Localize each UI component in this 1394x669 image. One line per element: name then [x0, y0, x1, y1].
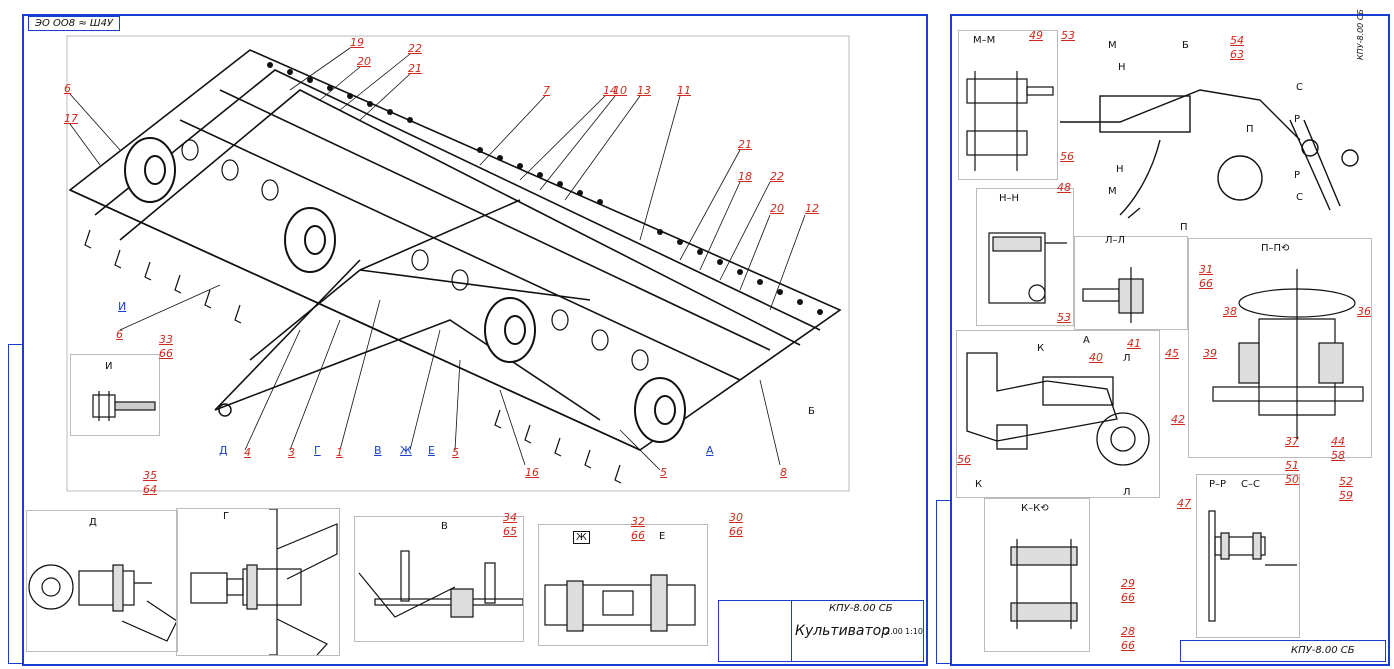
callout-5-left: 5 — [452, 446, 459, 459]
left-tb-number-2: 1:10 — [905, 627, 923, 636]
callout-19: 19 — [350, 36, 364, 49]
callout-7: 7 — [543, 84, 550, 97]
callout-5-right: 5 — [660, 466, 667, 479]
callout-22-right: 22 — [770, 170, 784, 183]
view-B: Б 54 63 56 М Н Н М С Р П Р С П — [1060, 30, 1370, 240]
right-title-code: КПУ-8.00 СБ — [1291, 645, 1355, 656]
section-KK-ref-28: 28 — [1121, 625, 1135, 638]
callout-13: 13 — [637, 84, 651, 97]
view-I-ref-2: 66 — [159, 347, 173, 360]
section-NN: Н–Н 48 53 — [976, 181, 1074, 326]
section-SS-ref-59: 59 — [1339, 489, 1353, 502]
left-tb-number-1: 2.00 — [885, 627, 903, 636]
callout-1: 1 — [336, 446, 343, 459]
callout-12: 12 — [805, 202, 819, 215]
view-E-ref-1: 30 — [729, 511, 743, 524]
left-title-text: Культиватор — [795, 623, 891, 639]
section-KK: К–К⟲ 29 66 28 66 — [984, 498, 1135, 652]
section-RR-ref-47: 47 — [1177, 497, 1191, 510]
left-title-block: КПУ-8.00 СБ Культиватор 2.00 1:10 — [718, 600, 924, 662]
callout-6-bottom: 6 — [116, 328, 123, 341]
view-marker-E: Е — [428, 444, 435, 457]
callout-4: 4 — [244, 446, 251, 459]
section-MM: М–М 49 53 — [958, 29, 1075, 180]
tb-grid-cell — [719, 601, 792, 662]
callout-3: 3 — [288, 446, 295, 459]
callout-6-top: 6 — [64, 82, 71, 95]
callout-20-right: 20 — [770, 202, 784, 215]
view-A-ref-42: 42 — [1171, 413, 1185, 426]
callout-22-top: 22 — [408, 42, 422, 55]
view-E-ref-2: 66 — [729, 525, 743, 538]
view-marker-G: Г — [314, 444, 321, 457]
view-I-ref-1: 33 — [159, 333, 173, 346]
left-title-code: КПУ-8.00 СБ — [829, 603, 893, 614]
section-PP: П–П⟲ 38 36 45 39 37 44 51 58 50 — [1165, 238, 1372, 486]
view-marker-I: И — [118, 300, 127, 313]
section-SS-ref-52: 52 — [1339, 475, 1353, 488]
callout-20-top: 20 — [357, 55, 371, 68]
view-marker-ZH: Ж — [400, 444, 412, 457]
callout-18: 18 — [738, 170, 752, 183]
callout-10: 10 — [613, 84, 627, 97]
right-title-block: КПУ-8.00 СБ — [1180, 640, 1386, 662]
callout-11: 11 — [677, 84, 691, 97]
view-D-ref-1: 35 — [143, 469, 157, 482]
detail-view-D: Д 35 64 — [26, 469, 178, 652]
section-RR-SS: Р–Р С–С 47 52 59 — [1177, 474, 1353, 638]
detail-view-G: Г — [176, 508, 340, 656]
view-marker-D: Д — [219, 444, 228, 457]
view-A: А 41 40 42 56 К Л К Л — [956, 330, 1185, 498]
detail-view-ZH-E: Ж Е 32 66 30 66 — [538, 511, 743, 646]
view-marker-V: В — [374, 444, 382, 457]
section-PP-ref-45: 45 — [1165, 347, 1179, 360]
view-D-ref-2: 64 — [143, 483, 157, 496]
section-KK-ref-29: 29 — [1121, 577, 1135, 590]
section-LL: Л–Л 31 66 — [1074, 235, 1213, 330]
section-KK-ref-66a: 66 — [1121, 591, 1135, 604]
callout-17: 17 — [64, 112, 78, 125]
callout-16: 16 — [525, 466, 539, 479]
callout-21-top: 21 — [408, 62, 422, 75]
section-PP-ref-51: 51 — [1285, 459, 1299, 472]
view-marker-A: А — [706, 444, 714, 457]
section-KK-ref-66b: 66 — [1121, 639, 1135, 652]
callout-21-right: 21 — [738, 138, 752, 151]
callout-8: 8 — [780, 466, 787, 479]
view-marker-B: Б — [808, 406, 815, 417]
detail-view-I: И 33 66 — [70, 333, 173, 436]
detail-view-V: В 34 65 — [354, 511, 524, 642]
